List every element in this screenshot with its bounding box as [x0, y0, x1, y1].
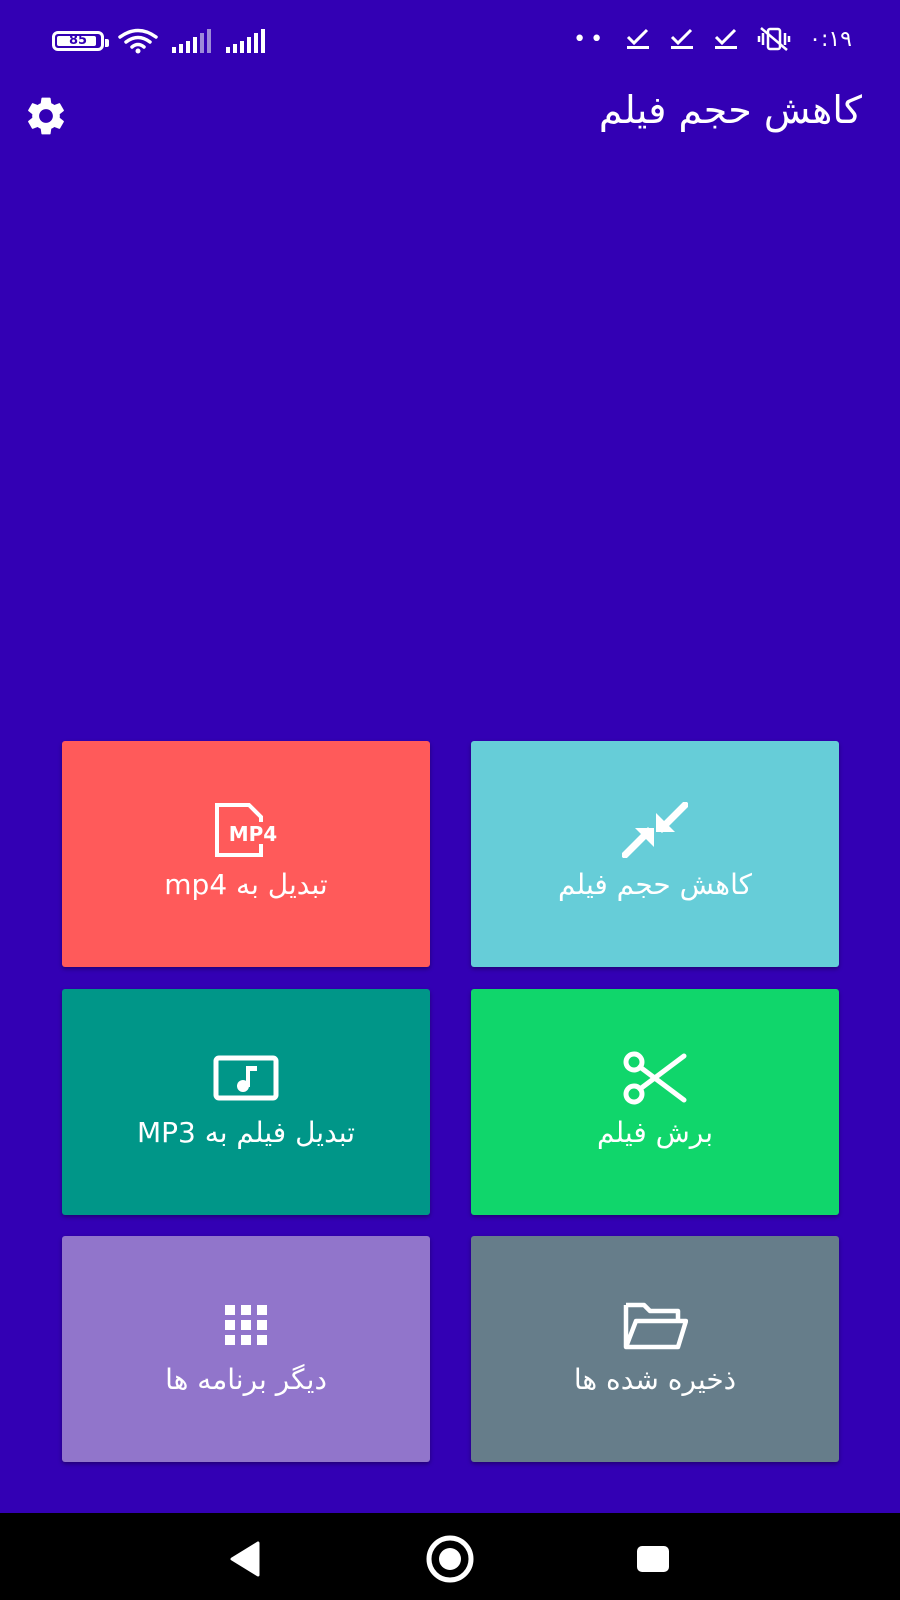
mp4-file-icon: MP4 [215, 802, 277, 857]
notification-dots: •• [573, 26, 608, 52]
cut-video-tile[interactable]: برش فیلم [471, 989, 839, 1215]
battery-level: 85 [68, 33, 88, 48]
back-button[interactable] [218, 1531, 274, 1587]
tile-label: تبدیل فیلم به MP3 [136, 1115, 356, 1149]
scissors-icon [623, 1051, 687, 1104]
folder-open-icon [623, 1302, 688, 1349]
other-apps-tile[interactable]: دیگر برنامه ها [62, 1236, 430, 1462]
gear-icon [28, 97, 64, 135]
music-video-icon [213, 1055, 279, 1100]
check-icon [627, 28, 650, 49]
tile-label: تبدیل به mp4 [164, 867, 328, 901]
check-icon [715, 28, 738, 49]
status-right: •• ۰:۱۹ [573, 26, 852, 52]
tile-label: ذخیره شده ها [573, 1362, 737, 1396]
recents-button[interactable] [625, 1531, 681, 1587]
apps-grid-icon [225, 1304, 267, 1345]
video-to-mp3-tile[interactable]: تبدیل فیلم به MP3 [62, 989, 430, 1215]
settings-button[interactable] [18, 88, 74, 144]
recents-icon [637, 1546, 669, 1572]
status-time: ۰:۱۹ [809, 26, 852, 52]
signal-icon [172, 29, 211, 53]
compress-icon [622, 801, 688, 858]
home-icon [426, 1535, 474, 1583]
compress-video-tile[interactable]: کاهش حجم فیلم [471, 741, 839, 967]
navigation-bar [0, 1513, 900, 1600]
tile-label: برش فیلم [596, 1115, 714, 1149]
wifi-icon [118, 28, 158, 54]
svg-text:MP4: MP4 [229, 822, 277, 846]
home-button[interactable] [422, 1531, 478, 1587]
page-title: کاهش حجم فیلم [598, 88, 862, 132]
status-left: 85 [52, 28, 266, 54]
battery-icon: 85 [52, 31, 109, 51]
status-bar: 85 •• ۰:۱۹ [0, 0, 900, 80]
convert-mp4-tile[interactable]: MP4 تبدیل به mp4 [62, 741, 430, 967]
vibrate-off-icon [757, 27, 791, 51]
signal-icon [226, 29, 265, 53]
tile-label: کاهش حجم فیلم [558, 867, 752, 901]
saved-files-tile[interactable]: ذخیره شده ها [471, 1236, 839, 1462]
tile-label: دیگر برنامه ها [165, 1362, 327, 1396]
back-icon [230, 1541, 260, 1577]
check-icon [671, 28, 694, 49]
